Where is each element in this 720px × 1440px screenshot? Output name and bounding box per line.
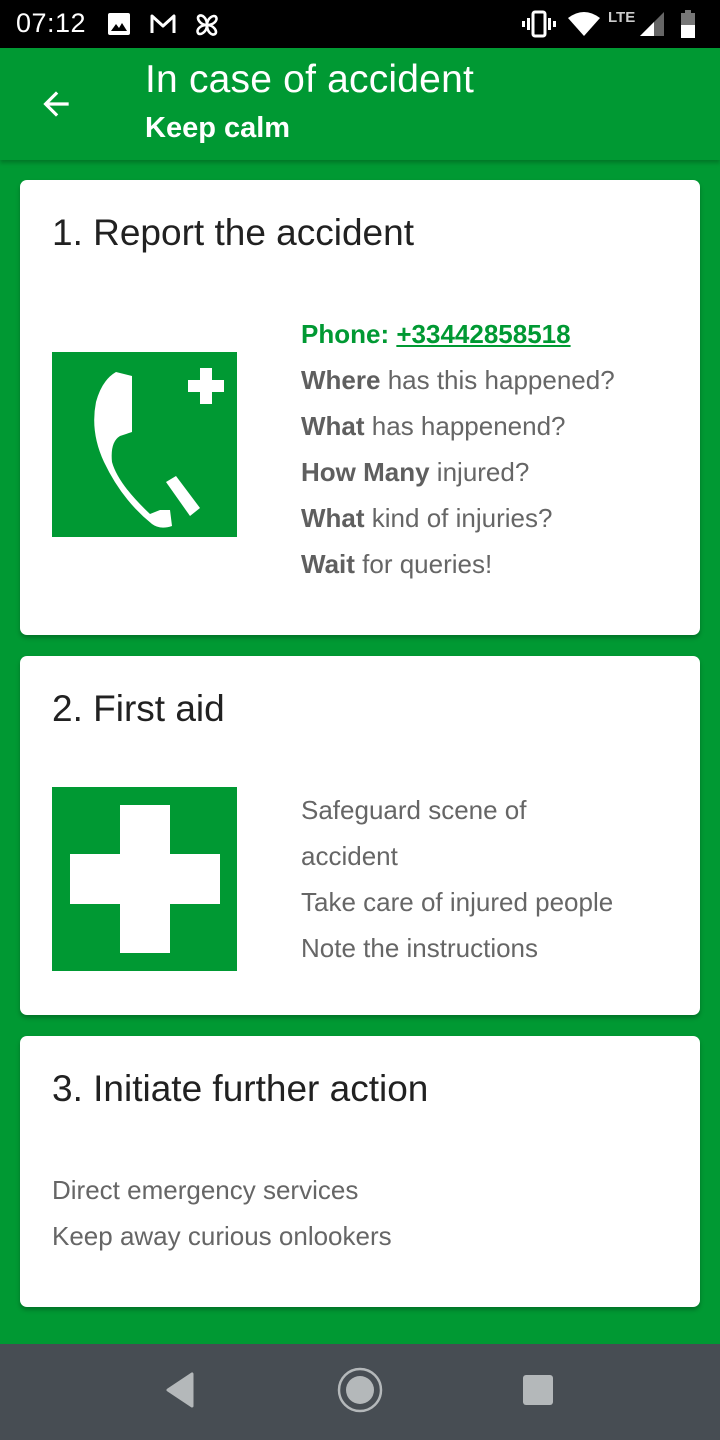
- phone-number-link[interactable]: +33442858518: [396, 319, 570, 349]
- arrow-left-icon: [37, 85, 75, 128]
- bold-text: Where: [301, 365, 381, 395]
- text: kind of injuries?: [364, 503, 553, 533]
- list-item: Note the instructions: [301, 933, 539, 963]
- recents-nav-icon: [522, 1374, 554, 1411]
- page-title: In case of accident: [145, 58, 474, 101]
- first-aid-lines: Safeguard scene of accident Take care of…: [301, 787, 613, 971]
- list-item: Direct emergency services: [52, 1175, 359, 1205]
- vibrate-icon: [522, 10, 556, 43]
- list-item: Wait for queries!: [301, 541, 615, 587]
- list-item: What kind of injuries?: [301, 495, 615, 541]
- text: injured?: [429, 457, 530, 487]
- battery-icon: [680, 10, 696, 43]
- first-aid-cross-sign-icon: [52, 787, 237, 971]
- bold-text: Wait: [301, 549, 355, 579]
- list-item: Keep away curious onlookers: [52, 1221, 392, 1251]
- list-item: What has happenend?: [301, 403, 615, 449]
- status-bar: 07:12 LTE: [0, 0, 720, 48]
- back-button[interactable]: [28, 78, 84, 134]
- system-nav-bar: [0, 1344, 720, 1440]
- report-lines: Phone: +33442858518 Where has this happe…: [301, 311, 615, 587]
- back-nav-icon: [164, 1372, 196, 1413]
- nav-back-button[interactable]: [156, 1368, 204, 1416]
- content-area: 1. Report the accident Phone: +334428585…: [0, 160, 720, 1344]
- wifi-icon: [568, 12, 600, 41]
- card-first-aid: 2. First aid Safeguard scene of accident…: [20, 656, 700, 1015]
- card-further-action: 3. Initiate further action Direct emerge…: [20, 1036, 700, 1307]
- image-icon: [107, 12, 131, 41]
- bold-text: How Many: [301, 457, 430, 487]
- list-item: Safeguard scene of: [301, 795, 527, 825]
- phone-line: Phone: +33442858518: [301, 311, 615, 357]
- card-report-accident: 1. Report the accident Phone: +334428585…: [20, 180, 700, 635]
- text: for queries!: [354, 549, 493, 579]
- list-item: Where has this happened?: [301, 357, 615, 403]
- further-action-lines: Direct emergency services Keep away curi…: [52, 1167, 392, 1259]
- card-title: 2. First aid: [52, 688, 225, 729]
- phone-label: Phone:: [301, 319, 397, 349]
- list-item: accident: [301, 841, 398, 871]
- lte-label: LTE: [608, 9, 636, 26]
- bold-text: What: [301, 411, 365, 441]
- home-nav-icon: [336, 1366, 384, 1419]
- lte-signal-icon: [640, 12, 664, 41]
- list-item: How Many injured?: [301, 449, 615, 495]
- text: has this happened?: [380, 365, 615, 395]
- bold-text: What: [301, 503, 365, 533]
- list-item: Take care of injured people: [301, 887, 614, 917]
- emergency-phone-sign-icon: [52, 352, 237, 537]
- gmail-icon: [149, 12, 177, 41]
- pinwheel-icon: [192, 10, 222, 45]
- status-time: 07:12: [16, 8, 87, 38]
- page-subtitle: Keep calm: [145, 112, 291, 144]
- nav-home-button[interactable]: [336, 1366, 384, 1419]
- card-title: 3. Initiate further action: [52, 1068, 429, 1109]
- text: has happenend?: [364, 411, 566, 441]
- nav-recents-button[interactable]: [514, 1368, 562, 1416]
- app-bar: In case of accident Keep calm: [0, 48, 720, 160]
- card-title: 1. Report the accident: [52, 212, 414, 253]
